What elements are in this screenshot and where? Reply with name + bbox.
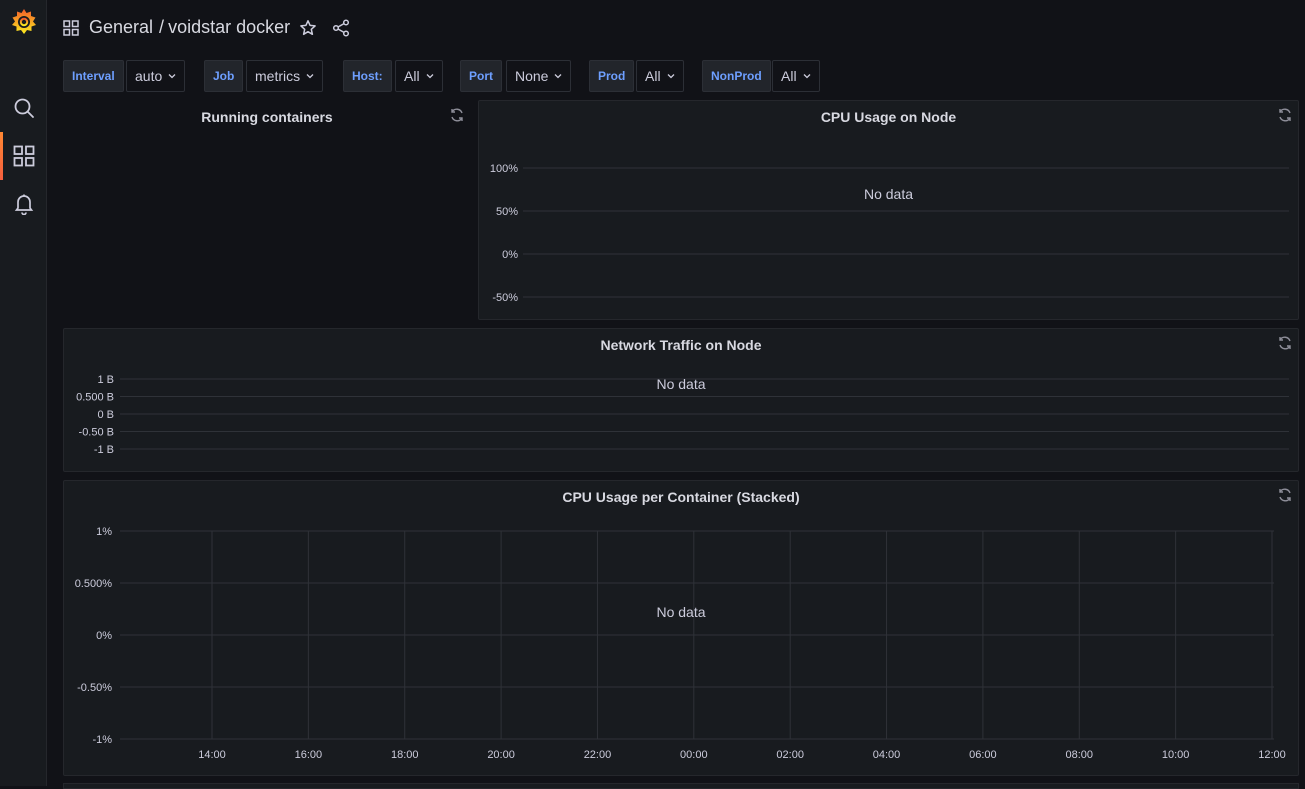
var-label-interval: Interval xyxy=(63,60,124,92)
chevron-down-icon xyxy=(426,74,434,79)
refresh-icon[interactable] xyxy=(449,107,465,128)
chevron-down-icon xyxy=(667,74,675,79)
x-tick-label: 22:00 xyxy=(584,749,612,761)
x-tick-label: 12:00 xyxy=(1258,749,1286,761)
chevron-down-icon xyxy=(306,74,314,79)
var-value-job: metrics xyxy=(255,68,301,84)
y-tick-label: -1% xyxy=(92,734,112,746)
sidebar xyxy=(0,0,47,786)
y-tick-label: 0 B xyxy=(97,409,114,421)
var-label-prod: Prod xyxy=(589,60,635,92)
var-label-job: Job xyxy=(204,60,244,92)
y-tick-label: 0% xyxy=(96,630,112,642)
no-data-message: No data xyxy=(863,186,914,202)
x-tick-label: 04:00 xyxy=(873,749,901,761)
var-label-host: Host: xyxy=(343,60,392,92)
var-label-port: Port xyxy=(460,60,502,92)
var-select-prod[interactable]: All xyxy=(636,60,684,92)
search-icon[interactable] xyxy=(0,88,47,128)
var-select-port[interactable]: None xyxy=(506,60,572,92)
x-tick-label: 20:00 xyxy=(487,749,515,761)
y-tick-label: -1 B xyxy=(94,444,114,456)
x-tick-label: 02:00 xyxy=(776,749,804,761)
no-data-message: No data xyxy=(656,376,706,392)
cpu-container-chart: 1% 0.500% 0% -0.50% -1% 14:00 16:00 18:00 20:00 2… xyxy=(75,526,1286,761)
star-icon[interactable] xyxy=(299,19,317,42)
y-tick-label: 0% xyxy=(502,249,518,261)
breadcrumb: General / voidstar docker xyxy=(89,17,290,38)
network-chart: 1 B0.500 B0 B-0.50 B-1 B xyxy=(76,374,1289,456)
breadcrumb-separator: / xyxy=(159,17,165,37)
no-data-message: No data xyxy=(656,604,706,620)
y-tick-label: 1% xyxy=(96,526,112,538)
panel-network-traffic: Network Traffic on Node 1 B 0.500 B0 B -0.… xyxy=(63,328,1299,472)
chevron-down-icon xyxy=(803,74,811,79)
panel-cpu-usage-node: CPU Usage on Node 100% 50% 0% -50% No data xyxy=(478,100,1299,320)
share-icon[interactable] xyxy=(332,19,350,42)
panel-next-edge xyxy=(63,783,1299,789)
x-tick-label: 08:00 xyxy=(1066,749,1094,761)
y-tick-label: 50% xyxy=(496,206,518,218)
var-select-job[interactable]: metrics xyxy=(246,60,324,92)
bell-icon[interactable] xyxy=(0,184,47,224)
dashboards-icon[interactable] xyxy=(0,132,47,180)
dashboard-header: General / voidstar docker xyxy=(47,0,1305,56)
y-tick-label: -0.50 B xyxy=(79,427,114,439)
breadcrumb-folder[interactable]: General xyxy=(89,17,153,37)
panel-cpu-usage-container: CPU Usage per Container (Stacked) 1% 0.50… xyxy=(63,480,1299,776)
var-value-interval: auto xyxy=(135,68,163,84)
x-tick-label: 10:00 xyxy=(1162,749,1190,761)
x-tick-label: 14:00 xyxy=(198,749,226,761)
var-label-nonprod: NonProd xyxy=(702,60,771,92)
x-tick-label: 18:00 xyxy=(391,749,419,761)
x-tick-label: 00:00 xyxy=(680,749,708,761)
var-select-host[interactable]: All xyxy=(395,60,443,92)
cpu-node-chart: 100% 50% 0% -50% xyxy=(490,163,1289,304)
x-tick-label: 06:00 xyxy=(969,749,997,761)
chevron-down-icon xyxy=(555,74,562,79)
var-value-port: None xyxy=(515,68,549,84)
breadcrumb-dashboard[interactable]: voidstar docker xyxy=(168,17,290,37)
grafana-logo-icon[interactable] xyxy=(0,2,47,42)
var-select-interval[interactable]: auto xyxy=(126,60,186,92)
y-tick-label: -0.50% xyxy=(77,682,112,694)
panel-title[interactable]: Running containers xyxy=(64,109,470,125)
y-tick-label: 100% xyxy=(490,163,518,175)
y-tick-label: -50% xyxy=(492,292,518,304)
x-tick-label: 16:00 xyxy=(295,749,323,761)
var-value-host: All xyxy=(404,68,420,84)
dashboards-grid-icon xyxy=(63,20,79,41)
var-value-prod: All xyxy=(645,68,661,84)
var-value-nonprod: All xyxy=(781,68,797,84)
var-select-nonprod[interactable]: All xyxy=(772,60,820,92)
panel-running-containers: Running containers xyxy=(63,100,471,320)
y-tick-label: 0.500% xyxy=(75,578,113,590)
y-tick-label: 0.500 B xyxy=(76,392,114,404)
chevron-down-icon xyxy=(168,74,176,79)
